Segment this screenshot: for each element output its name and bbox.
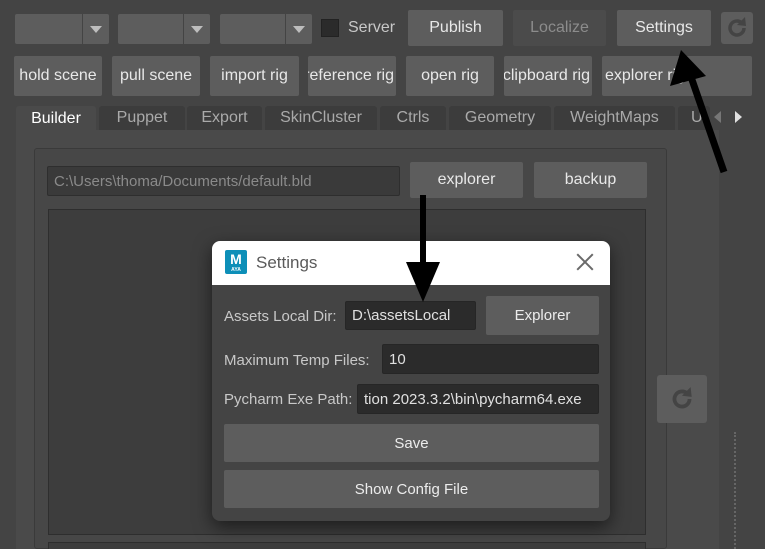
arrow-to-settings bbox=[670, 50, 728, 174]
arrow-to-assets-dir bbox=[406, 195, 440, 302]
annotation-arrows bbox=[406, 50, 728, 302]
